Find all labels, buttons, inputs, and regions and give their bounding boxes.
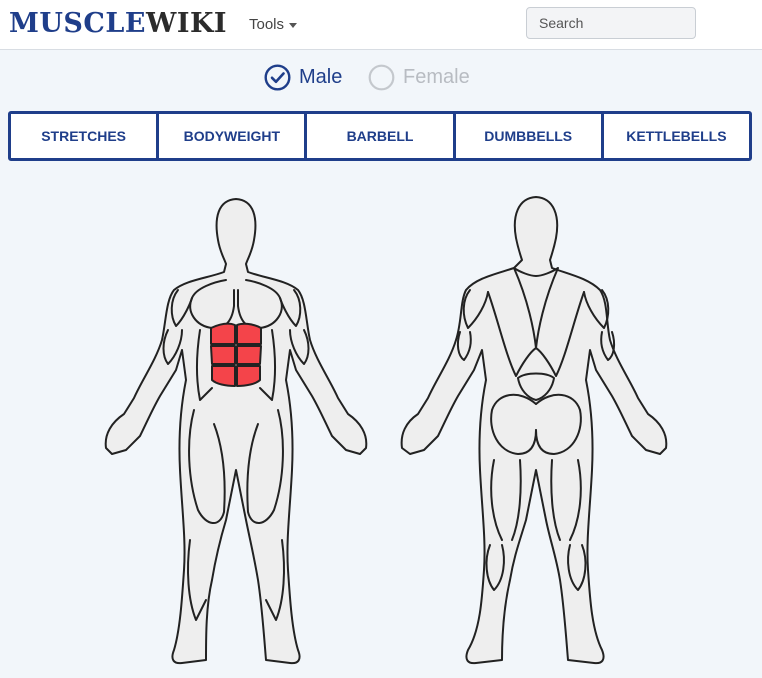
search-input[interactable]	[526, 7, 696, 39]
tab-stretches[interactable]: STRETCHES	[8, 111, 160, 161]
logo[interactable]: MUSCLEWIKI	[9, 8, 227, 40]
unchecked-circle-icon	[368, 64, 395, 90]
equipment-tabs: STRETCHES BODYWEIGHT BARBELL DUMBBELLS K…	[8, 111, 753, 161]
tab-barbell[interactable]: BARBELL	[304, 111, 456, 161]
navbar: MUSCLEWIKI Tools	[0, 0, 762, 50]
logo-part-muscle: MUSCLE	[9, 8, 146, 39]
abs-lower-right	[236, 365, 261, 387]
gender-male-label: Male	[299, 65, 343, 88]
abdominals-muscle[interactable]	[210, 322, 262, 387]
muscle-diagram	[104, 196, 668, 665]
tools-label: Tools	[249, 16, 285, 33]
tab-kettlebells[interactable]: KETTLEBELLS	[600, 111, 753, 161]
logo-part-wiki: WIKI	[146, 8, 228, 39]
gender-female-label: Female	[403, 65, 470, 88]
tab-bodyweight[interactable]: BODYWEIGHT	[156, 111, 308, 161]
front-figure	[104, 198, 368, 665]
back-figure	[400, 196, 668, 665]
gender-male-option[interactable]: Male	[264, 62, 342, 92]
abs-middle-left	[210, 345, 236, 365]
caret-down-icon	[289, 22, 298, 28]
checked-circle-icon	[264, 63, 291, 91]
back-body-silhouette	[400, 196, 668, 665]
abs-middle-right	[236, 345, 262, 365]
tab-dumbbells[interactable]: DUMBBELLS	[452, 111, 604, 161]
gender-female-option[interactable]: Female	[368, 62, 470, 92]
tools-dropdown[interactable]: Tools	[249, 16, 298, 34]
front-body-silhouette	[104, 198, 368, 665]
abs-lower-left	[211, 365, 236, 387]
abs-upper-right	[236, 322, 262, 345]
abs-upper-left	[210, 322, 236, 345]
